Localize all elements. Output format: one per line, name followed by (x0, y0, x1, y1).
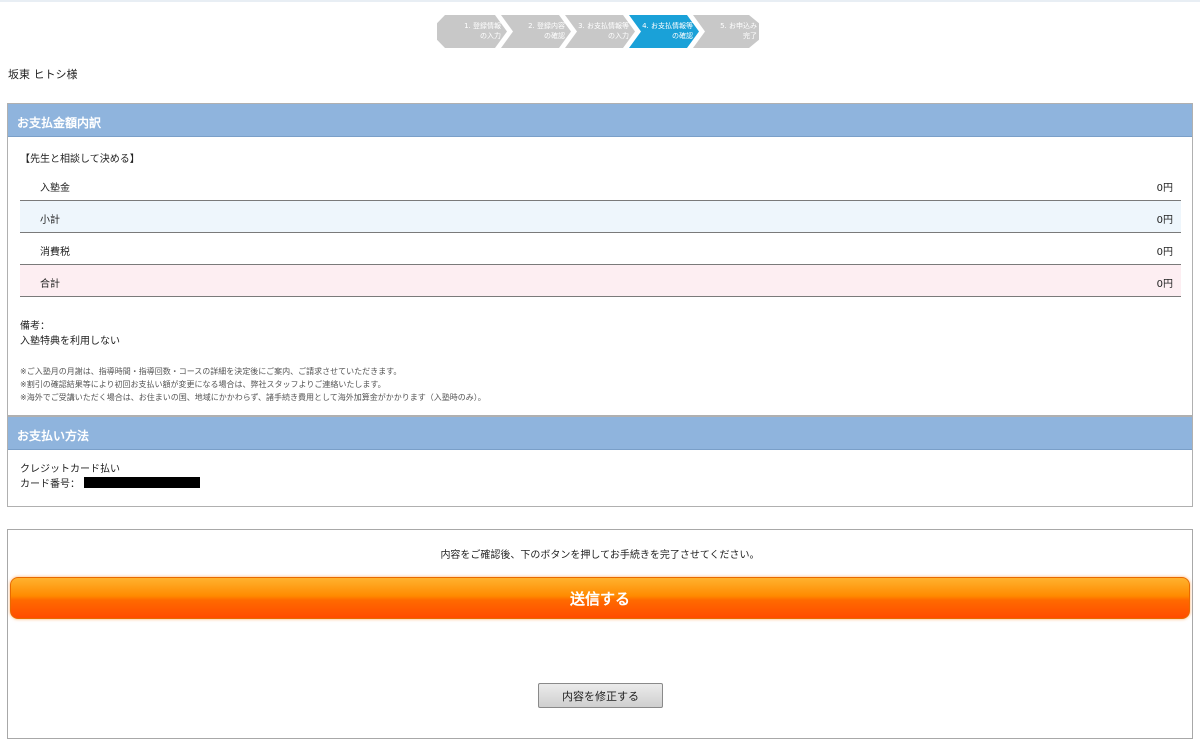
table-row: 入塾金 0円 (20, 169, 1181, 201)
memo: 備考： 入塾特典を利用しない (20, 319, 120, 349)
submit-button[interactable]: 送信する (10, 577, 1190, 619)
memo-label: 備考： (20, 321, 50, 332)
edit-button[interactable]: 内容を修正する (538, 683, 663, 708)
step-3: 3. お支払情報等 の入力 (565, 15, 635, 48)
memo-value: 入塾特典を利用しない (20, 336, 120, 347)
row-label: 入塾金 (40, 183, 70, 194)
breakdown-table: 入塾金 0円 小計 0円 消費税 0円 合計 0円 (20, 169, 1181, 297)
step-3-line2: の入力 (608, 32, 629, 40)
step-1-line2: の入力 (480, 32, 501, 40)
step-5: 5. お申込み 完了 (693, 15, 759, 48)
plan-label: 【先生と相談して決める】 (20, 154, 140, 165)
payment-method-header: お支払い方法 (8, 417, 1192, 450)
step-4-active: 4. お支払情報等 の確認 (629, 15, 699, 48)
row-label: 消費税 (40, 247, 70, 258)
top-divider (0, 0, 1200, 2)
payment-breakdown-panel: お支払金額内訳 【先生と相談して決める】 入塾金 0円 小計 0円 消費税 0円… (7, 103, 1193, 416)
row-value: 0円 (1156, 215, 1173, 226)
table-row: 小計 0円 (20, 201, 1181, 233)
step-5-line2: 完了 (743, 32, 757, 40)
row-label: 合計 (40, 279, 60, 290)
card-number-row: カード番号： (20, 477, 200, 492)
row-value: 0円 (1156, 183, 1173, 194)
step-2: 2. 登録内容 の確認 (501, 15, 571, 48)
step-4-line1: 4. お支払情報等 (642, 22, 693, 30)
step-1-line1: 1. 登録情報 (464, 22, 501, 30)
payment-method: クレジットカード払い (20, 464, 120, 475)
table-row: 合計 0円 (20, 265, 1181, 297)
table-row: 消費税 0円 (20, 233, 1181, 265)
note-line: ※割引の確認結果等により初回お支払い額が変更になる場合は、弊社スタッフよりご連絡… (20, 380, 386, 389)
step-4-line2: の確認 (672, 32, 693, 40)
notes: ※ご入塾月の月謝は、指導時間・指導回数・コースの詳細を決定後にご案内、ご請求させ… (20, 365, 486, 404)
step-2-line1: 2. 登録内容 (528, 22, 565, 30)
row-label: 小計 (40, 215, 60, 226)
row-value: 0円 (1156, 247, 1173, 258)
note-line: ※海外でご受講いただく場合は、お住まいの国、地域にかかわらず、諸手続き費用として… (20, 393, 486, 402)
breakdown-header: お支払金額内訳 (8, 104, 1192, 137)
step-1: 1. 登録情報 の入力 (437, 15, 507, 48)
confirm-panel: 内容をご確認後、下のボタンを押してお手続きを完了させてください。 送信する 内容… (7, 529, 1193, 739)
step-3-line1: 3. お支払情報等 (578, 22, 629, 30)
step-2-line2: の確認 (544, 32, 565, 40)
payment-details: クレジットカード払い カード番号： (20, 463, 200, 492)
customer-name: 坂東 ヒトシ様 (8, 68, 78, 81)
card-number-redacted (84, 477, 200, 488)
step-5-line1: 5. お申込み (720, 22, 757, 30)
row-value: 0円 (1156, 279, 1173, 290)
note-line: ※ご入塾月の月謝は、指導時間・指導回数・コースの詳細を決定後にご案内、ご請求させ… (20, 367, 402, 376)
confirm-message: 内容をご確認後、下のボタンを押してお手続きを完了させてください。 (440, 550, 760, 561)
card-number-label: カード番号： (20, 479, 80, 490)
progress-steps: 1. 登録情報 の入力 2. 登録内容 の確認 3. お支払情報等 の入力 4.… (437, 15, 767, 48)
payment-method-panel: お支払い方法 クレジットカード払い カード番号： (7, 416, 1193, 507)
